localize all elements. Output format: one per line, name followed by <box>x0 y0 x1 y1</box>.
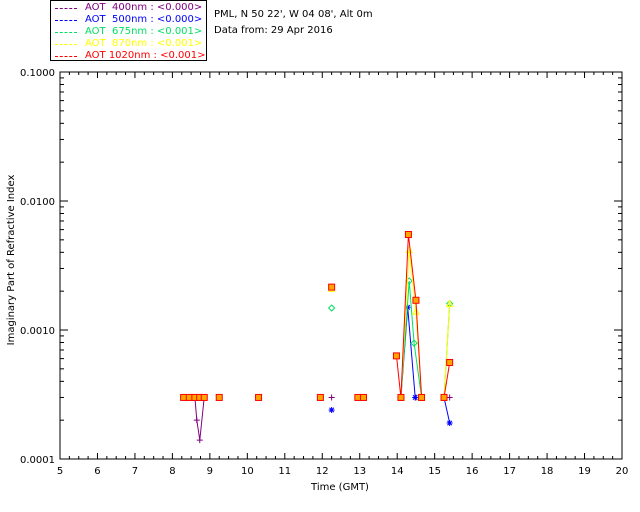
x-tick-label: 17 <box>503 466 516 477</box>
legend-label-870nm: AOT 870nm : <0.001> <box>85 38 203 49</box>
site-location: PML, N 50 22', W 04 08', Alt 0m <box>214 9 373 20</box>
legend-item-675nm: AOT 675nm : <0.001> <box>55 26 202 38</box>
series-line <box>443 303 451 398</box>
series-1 <box>328 304 453 427</box>
x-tick-label: 19 <box>578 466 591 477</box>
y-tick-label: 0.0010 <box>20 326 55 337</box>
data-date: Data from: 29 Apr 2016 <box>214 25 333 36</box>
point-square <box>200 393 208 401</box>
point-diamond <box>327 304 336 312</box>
x-tick-label: 8 <box>169 466 175 477</box>
x-tick-label: 7 <box>132 466 138 477</box>
point-plus <box>193 417 200 424</box>
legend-swatch-400nm <box>55 8 77 9</box>
legend-swatch-870nm <box>55 44 77 45</box>
legend-label-400nm: AOT 400nm : <0.000> <box>85 2 203 13</box>
legend-label-675nm: AOT 675nm : <0.001> <box>85 26 203 37</box>
legend-label-1020nm: AOT 1020nm : <0.001> <box>85 50 206 61</box>
series-3 <box>327 245 454 401</box>
x-tick-label: 12 <box>316 466 329 477</box>
point-square <box>316 393 324 401</box>
x-tick-label: 9 <box>207 466 213 477</box>
axes: 5 6 7 8 9 10 11 12 13 14 15 16 17 18 19 20 0.0001 0.0010 0… <box>20 68 628 477</box>
point-square <box>215 393 223 401</box>
legend-swatch-500nm <box>55 20 77 21</box>
legend-item-400nm: AOT 400nm : <0.000> <box>55 2 202 14</box>
series-line <box>443 397 451 424</box>
series-2 <box>327 277 454 402</box>
x-tick-label: 14 <box>391 466 404 477</box>
point-plus <box>196 437 203 444</box>
chart: 5 6 7 8 9 10 11 12 13 14 15 16 17 18 19 20 0.0001 0.0010 0… <box>6 68 628 493</box>
y-tick-label: 0.0001 <box>20 455 55 466</box>
x-tick-label: 16 <box>466 466 479 477</box>
point-square <box>359 393 367 401</box>
point-square <box>354 393 362 401</box>
point-square <box>328 283 336 291</box>
point-square <box>180 393 188 401</box>
point-square <box>404 230 412 238</box>
legend-item-1020nm: AOT 1020nm : <0.001> <box>55 50 205 62</box>
point-plus <box>328 394 335 401</box>
x-tick-label: 15 <box>428 466 441 477</box>
point-square <box>412 296 420 304</box>
x-tick-label: 13 <box>353 466 366 477</box>
x-tick-label: 5 <box>57 466 63 477</box>
point-asterisk <box>412 394 419 401</box>
point-square <box>392 352 400 360</box>
x-axis-label: Time (GMT) <box>310 482 369 493</box>
legend-item-870nm: AOT 870nm : <0.001> <box>55 38 202 50</box>
legend-label-500nm: AOT 500nm : <0.000> <box>85 14 203 25</box>
x-tick-label: 10 <box>241 466 254 477</box>
series-line <box>183 397 205 441</box>
point-square <box>418 393 426 401</box>
point-square <box>185 393 193 401</box>
legend: AOT 400nm : <0.000> AOT 500nm : <0.000> … <box>50 0 207 61</box>
x-tick-label: 18 <box>541 466 554 477</box>
point-asterisk <box>446 420 453 427</box>
point-square <box>255 393 263 401</box>
y-axis-label: Imaginary Part of Refractive Index <box>6 175 17 346</box>
x-tick-label: 6 <box>94 466 100 477</box>
x-tick-label: 11 <box>278 466 291 477</box>
y-tick-label: 0.1000 <box>20 68 55 79</box>
point-square <box>446 358 454 366</box>
x-tick-label: 20 <box>616 466 629 477</box>
series-0 <box>180 394 453 444</box>
plot-frame <box>59 71 623 460</box>
legend-swatch-675nm <box>55 32 77 33</box>
point-square <box>397 393 405 401</box>
point-asterisk <box>328 406 335 413</box>
legend-swatch-1020nm <box>55 56 77 57</box>
y-tick-label: 0.0100 <box>20 197 55 208</box>
legend-item-500nm: AOT 500nm : <0.000> <box>55 14 202 26</box>
point-square <box>440 393 448 401</box>
series-layer <box>180 230 454 444</box>
